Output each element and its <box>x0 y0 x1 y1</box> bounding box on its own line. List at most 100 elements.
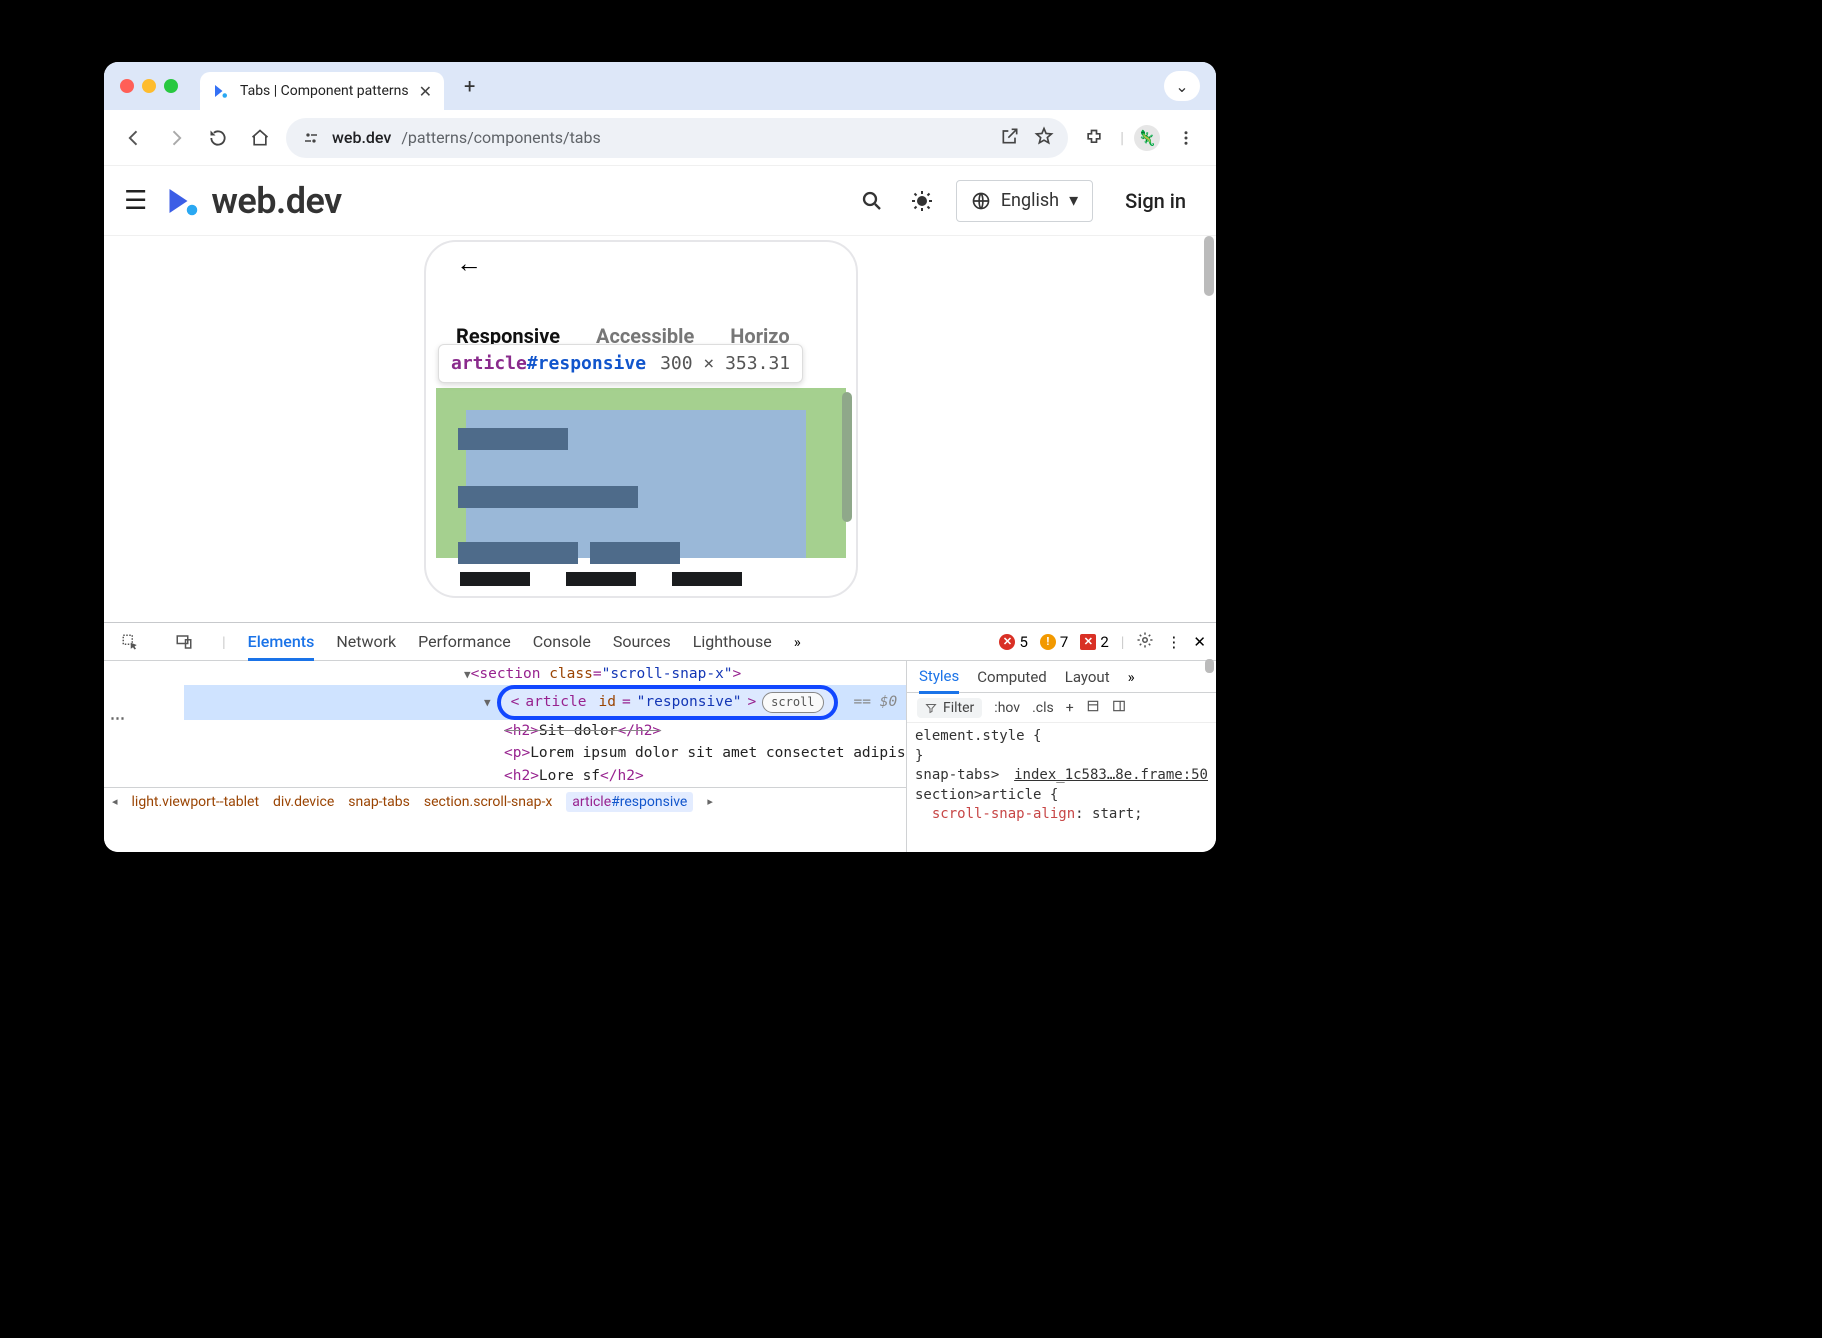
search-icon[interactable] <box>856 185 888 217</box>
breadcrumbs: ◂ light.viewport--tablet div.device snap… <box>104 787 906 815</box>
panel-console[interactable]: Console <box>533 632 591 651</box>
device-toolbar-icon[interactable] <box>168 626 200 658</box>
crumb-selected: article#responsive <box>566 792 693 812</box>
devtools: | Elements Network Performance Console S… <box>104 622 1216 852</box>
panels-overflow-icon[interactable]: » <box>794 633 801 651</box>
crumb[interactable]: snap-tabs <box>348 794 410 810</box>
home-button[interactable] <box>244 122 276 154</box>
cls-toggle[interactable]: .cls <box>1032 700 1054 716</box>
devtools-kebab-icon[interactable]: ⋮ <box>1166 633 1181 651</box>
crumb[interactable]: section.scroll-snap-x <box>424 794 552 810</box>
bookmark-icon[interactable] <box>1034 126 1054 150</box>
url-host: web.dev <box>332 128 391 147</box>
placeholder-bar <box>566 572 636 586</box>
errors-badge[interactable]: ✕5 <box>999 633 1027 651</box>
dom-row[interactable]: <h2>Sit dolor</h2> <box>184 720 906 742</box>
dom-row[interactable]: <h2>Lore sf</h2> <box>184 765 906 787</box>
tab-layout[interactable]: Layout <box>1065 668 1110 686</box>
tab-overflow-button[interactable]: ⌄ <box>1164 71 1200 101</box>
tabs-overflow-icon[interactable]: » <box>1128 668 1135 686</box>
address-bar[interactable]: web.dev/patterns/components/tabs <box>286 118 1068 158</box>
webdev-logo-icon <box>165 183 201 219</box>
device-preview: ← Responsive Accessible Horizo article#r… <box>424 240 858 598</box>
minimize-window-button[interactable] <box>142 79 156 93</box>
tooltip-dimensions: 300 × 353.31 <box>660 353 790 374</box>
elements-tree[interactable]: ⋯ ▼<section class="scroll-snap-x"> ▼ <ar… <box>104 661 906 852</box>
dom-row-selected[interactable]: ▼ <article id="responsive"> scroll == $0 <box>184 685 906 719</box>
tooltip-element: article <box>451 353 527 374</box>
maximize-window-button[interactable] <box>164 79 178 93</box>
devtools-tabs: | Elements Network Performance Console S… <box>104 623 1216 661</box>
brand[interactable]: web.dev <box>165 180 341 222</box>
reload-button[interactable] <box>202 122 234 154</box>
browser-tab[interactable]: Tabs | Component patterns ✕ <box>200 72 444 110</box>
tab-favicon <box>212 82 230 100</box>
kebab-menu-button[interactable] <box>1170 122 1202 154</box>
browser-toolbar: web.dev/patterns/components/tabs | 🦎 <box>104 110 1216 166</box>
placeholder-bar <box>458 428 568 450</box>
settings-gear-icon[interactable] <box>1136 631 1154 653</box>
language-select[interactable]: English ▾ <box>956 180 1093 222</box>
language-label: English <box>1001 190 1059 211</box>
crumb-right-icon[interactable]: ▸ <box>707 795 713 808</box>
placeholder-bar <box>458 486 638 508</box>
preview-scrollbar[interactable] <box>842 392 852 522</box>
dom-row[interactable]: ▼<section class="scroll-snap-x"> <box>184 663 906 685</box>
sidebar-toggle-icon[interactable] <box>1112 699 1126 717</box>
theme-toggle-icon[interactable] <box>906 185 938 217</box>
computed-style-icon[interactable] <box>1086 699 1100 717</box>
chevron-down-icon: ⌄ <box>1175 77 1188 96</box>
placeholder-bar <box>458 542 578 564</box>
open-external-icon[interactable] <box>1000 126 1020 150</box>
browser-window: Tabs | Component patterns ✕ + ⌄ web.dev <box>104 62 1216 852</box>
styles-scrollbar[interactable] <box>1205 661 1214 673</box>
window-controls <box>120 79 178 93</box>
sign-in-button[interactable]: Sign in <box>1125 189 1186 213</box>
tab-close-button[interactable]: ✕ <box>419 82 432 101</box>
preview-back-button[interactable]: ← <box>456 248 482 279</box>
profile-avatar[interactable]: 🦎 <box>1134 125 1160 151</box>
new-style-icon[interactable]: + <box>1066 700 1074 716</box>
back-button[interactable] <box>118 122 150 154</box>
panel-performance[interactable]: Performance <box>418 632 511 651</box>
tooltip-id: #responsive <box>527 353 646 374</box>
console-ref: == $0 <box>854 691 898 713</box>
tree-ellipsis: ⋯ <box>110 709 125 727</box>
page-content: ← Responsive Accessible Horizo article#r… <box>104 236 1216 622</box>
placeholder-bar <box>672 572 742 586</box>
crumb[interactable]: div.device <box>273 794 334 810</box>
extensions-button[interactable] <box>1078 122 1110 154</box>
inspect-tooltip: article#responsive 300 × 353.31 <box>438 344 803 383</box>
source-link[interactable]: index_1c583…8e.frame:50 <box>1014 766 1208 786</box>
dom-row[interactable]: <p>Lorem ipsum dolor sit amet consectet … <box>184 742 906 764</box>
brand-text: web.dev <box>211 180 341 222</box>
site-settings-icon[interactable] <box>300 127 322 149</box>
panel-network[interactable]: Network <box>336 632 396 651</box>
titlebar: Tabs | Component patterns ✕ + ⌄ <box>104 62 1216 110</box>
warnings-badge[interactable]: !7 <box>1040 633 1068 651</box>
selected-highlight-ring: <article id="responsive"> scroll <box>497 685 838 719</box>
[interactable]: Styles <box>919 667 959 694</box>
page-scrollbar[interactable] <box>1204 236 1214 296</box>
tab-computed[interactable]: Computed <box>977 668 1047 686</box>
hamburger-menu-button[interactable]: ☰ <box>124 186 147 216</box>
filter-icon <box>925 702 937 714</box>
globe-icon <box>971 191 991 211</box>
tab-title: Tabs | Component patterns <box>240 83 409 99</box>
filter-input[interactable]: Filter <box>917 698 982 718</box>
close-window-button[interactable] <box>120 79 134 93</box>
crumb[interactable]: light.viewport--tablet <box>132 794 260 810</box>
inspect-element-icon[interactable] <box>114 626 146 658</box>
forward-button[interactable] <box>160 122 192 154</box>
hov-toggle[interactable]: :hov <box>994 700 1020 716</box>
styles-body[interactable]: element.style { } snap-tabs> index_1c583… <box>907 723 1216 852</box>
issues-badge[interactable]: ✕2 <box>1080 633 1108 651</box>
scroll-pill: scroll <box>762 692 823 713</box>
panel-sources[interactable]: Sources <box>613 632 671 651</box>
devtools-close-icon[interactable]: ✕ <box>1193 633 1206 651</box>
panel-elements[interactable]: Elements <box>248 632 315 661</box>
new-tab-button[interactable]: + <box>464 74 475 98</box>
crumb-left-icon[interactable]: ◂ <box>112 795 118 808</box>
inspect-highlight <box>436 388 846 558</box>
panel-lighthouse[interactable]: Lighthouse <box>693 632 772 651</box>
